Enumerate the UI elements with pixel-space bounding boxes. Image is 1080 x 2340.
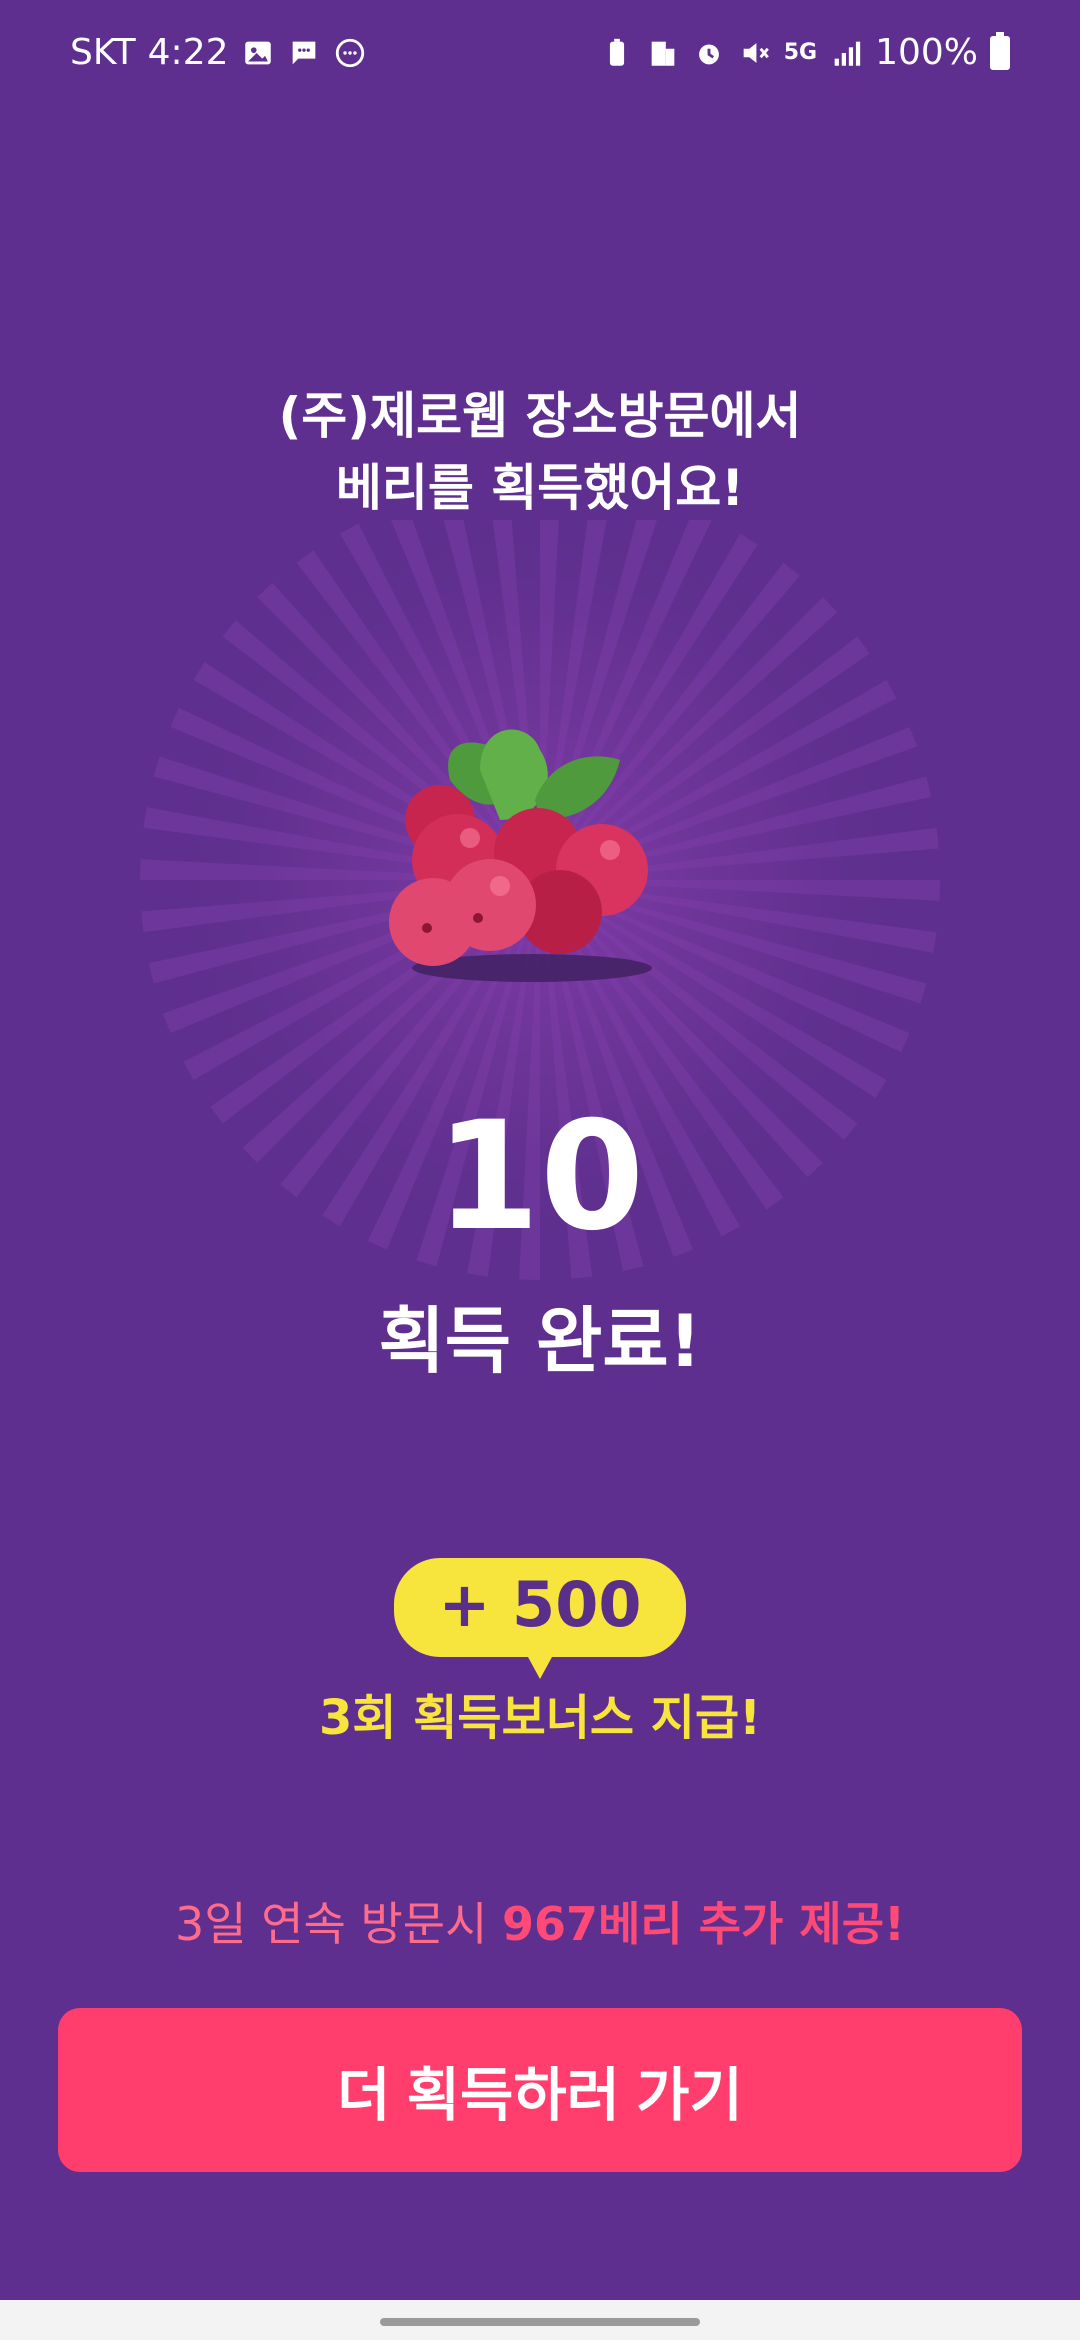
mute-icon xyxy=(743,42,769,63)
bonus-badge: + 500 xyxy=(393,1558,687,1657)
status-bar: SKT 4:22 5G 100% xyxy=(0,0,1080,105)
status-left: SKT 4:22 xyxy=(70,32,367,73)
get-more-button[interactable]: 더 획득하러 가기 xyxy=(58,2008,1022,2172)
signal-icon xyxy=(834,41,861,66)
reward-label: 획득 완료! xyxy=(378,1299,702,1383)
battery-icon xyxy=(990,31,1010,70)
alarm-icon xyxy=(698,44,719,64)
reward-count: 10 xyxy=(435,1090,645,1264)
chat-icon xyxy=(335,38,364,67)
network-label: 5G xyxy=(783,40,818,65)
bonus-container: + 500 xyxy=(0,1558,1080,1657)
message-icon xyxy=(292,41,315,64)
building-icon xyxy=(651,41,675,66)
home-indicator[interactable] xyxy=(380,2318,700,2326)
battery-saver-icon xyxy=(609,38,624,66)
headline-line2: 베리를 획득했어요! xyxy=(335,459,745,517)
streak-info: 3일 연속 방문시 967베리 추가 제공! xyxy=(0,1888,1080,1954)
headline-line1: (주)제로웹 장소방문에서 xyxy=(278,387,802,445)
time-label: 4:22 xyxy=(147,32,229,73)
battery-percent: 100% xyxy=(875,32,978,73)
carrier-label: SKT xyxy=(70,32,136,73)
status-right: 5G 100% xyxy=(600,31,1010,73)
streak-highlight: 967베리 추가 제공! xyxy=(502,1897,905,1951)
bonus-text: 3회 획득보너스 지급! xyxy=(319,1690,761,1746)
streak-prefix: 3일 연속 방문시 xyxy=(174,1897,503,1951)
gallery-icon xyxy=(244,41,271,64)
page-title: (주)제로웹 장소방문에서 베리를 획득했어요! xyxy=(0,380,1080,524)
